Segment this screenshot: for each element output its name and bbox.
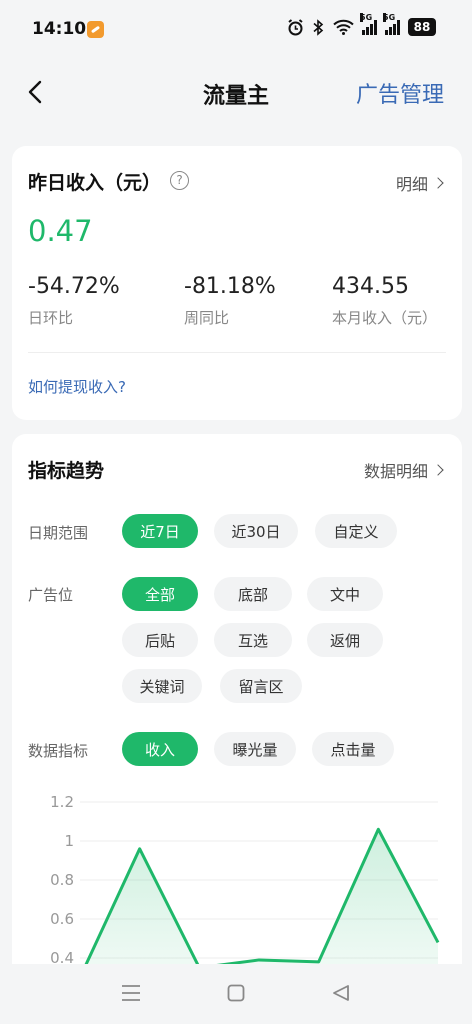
stat-value: -54.72% xyxy=(28,274,120,299)
income-trend-chart: 1.2 1 0.8 0.6 0.4 xyxy=(50,794,440,964)
stat-label: 周同比 xyxy=(184,309,230,327)
status-time: 14:10 xyxy=(32,19,87,39)
stat-month-income: 434.55 本月收入（元） xyxy=(332,274,437,328)
income-title: 昨日收入（元） xyxy=(28,172,162,194)
stat-value: 434.55 xyxy=(332,274,409,299)
y-tick-label: 0.6 xyxy=(50,910,74,928)
battery-icon: 88 xyxy=(408,18,436,36)
income-detail-label: 明细 xyxy=(395,175,428,194)
series-area xyxy=(86,829,438,964)
trend-title: 指标趋势 xyxy=(28,460,105,482)
income-detail-link[interactable]: 明细 xyxy=(395,171,444,195)
chip-ad-in-article[interactable]: 文中 xyxy=(307,577,383,611)
system-nav-bar xyxy=(0,964,472,1024)
y-tick-label: 0.4 xyxy=(50,949,74,964)
chip-ad-post-roll[interactable]: 后贴 xyxy=(122,623,198,657)
back-triangle-icon[interactable] xyxy=(332,984,350,1002)
stat-label: 日环比 xyxy=(28,309,74,327)
help-icon[interactable]: ? xyxy=(170,171,189,190)
trend-card: 指标趋势 数据明细 日期范围 近7日 近30日 自定义 广告位 全部 底部 文中… xyxy=(12,434,462,1024)
stat-day-ratio: -54.72% 日环比 xyxy=(28,274,120,328)
y-tick-label: 1 xyxy=(64,832,74,850)
chip-metric-income[interactable]: 收入 xyxy=(122,732,198,766)
chip-ad-bottom[interactable]: 底部 xyxy=(214,577,292,611)
date-range-label: 日期范围 xyxy=(28,524,89,542)
menu-icon[interactable] xyxy=(121,984,141,1002)
chip-custom-range[interactable]: 自定义 xyxy=(315,514,397,548)
data-detail-label: 数据明细 xyxy=(363,462,428,481)
chip-ad-comment-area[interactable]: 留言区 xyxy=(220,669,302,703)
notification-app-icon xyxy=(87,21,104,38)
divider xyxy=(28,352,446,353)
signal-icon: 5G xyxy=(360,13,377,35)
metric-label: 数据指标 xyxy=(28,742,89,760)
income-summary-card: 昨日收入（元） ? 明细 0.47 -54.72% 日环比 -81.18% 周同… xyxy=(12,146,462,420)
wifi-icon xyxy=(333,19,354,35)
chip-metric-impressions[interactable]: 曝光量 xyxy=(214,732,296,766)
data-detail-link[interactable]: 数据明细 xyxy=(363,458,444,482)
bluetooth-icon xyxy=(313,18,324,36)
status-icons: 5G 5G 88 xyxy=(287,13,436,36)
chip-ad-rebate[interactable]: 返佣 xyxy=(307,623,383,657)
network-type-2: 5G xyxy=(383,13,396,22)
chevron-right-icon xyxy=(432,464,444,476)
chip-ad-keyword[interactable]: 关键词 xyxy=(122,669,202,703)
chip-last-7-days[interactable]: 近7日 xyxy=(122,514,198,548)
home-icon[interactable] xyxy=(227,984,245,1002)
nav-bar: 流量主 广告管理 xyxy=(0,60,472,124)
y-tick-label: 0.8 xyxy=(50,871,74,889)
signal-icon-2: 5G xyxy=(383,13,400,35)
withdraw-howto-link[interactable]: 如何提现收入? xyxy=(28,376,126,397)
y-tick-label: 1.2 xyxy=(50,794,74,811)
chip-ad-all[interactable]: 全部 xyxy=(122,577,198,611)
stat-value: -81.18% xyxy=(184,274,276,299)
status-bar: 14:10 5G 5G 88 xyxy=(0,0,472,60)
ad-management-link[interactable]: 广告管理 xyxy=(356,77,444,109)
yesterday-income-value: 0.47 xyxy=(28,214,93,248)
ad-slot-label: 广告位 xyxy=(28,586,74,604)
network-type: 5G xyxy=(360,13,373,22)
alarm-icon xyxy=(288,18,303,35)
stat-week-ratio: -81.18% 周同比 xyxy=(184,274,276,328)
chip-last-30-days[interactable]: 近30日 xyxy=(214,514,298,548)
chip-ad-mutual-select[interactable]: 互选 xyxy=(214,623,292,657)
stat-label: 本月收入（元） xyxy=(332,309,438,327)
chevron-right-icon xyxy=(432,177,444,189)
chip-metric-clicks[interactable]: 点击量 xyxy=(312,732,394,766)
